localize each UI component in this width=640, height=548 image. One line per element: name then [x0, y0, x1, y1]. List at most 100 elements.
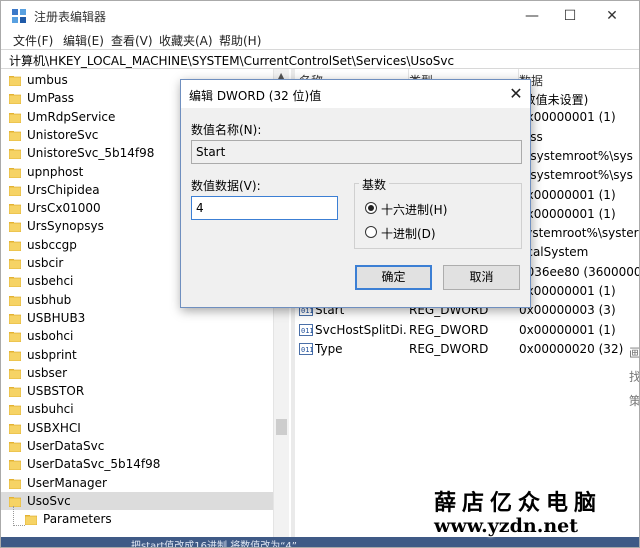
value-data: 0x00000001 (1) — [519, 206, 616, 221]
tree-item-label: UserDataSvc — [27, 439, 105, 453]
tree-item-label: usbprint — [27, 347, 77, 362]
tree-item[interactable]: USBXHCI — [1, 419, 273, 437]
tree-item-label: UsoSvc — [27, 493, 71, 508]
tree-item-parameters[interactable]: Parameters — [1, 510, 273, 528]
folder-icon — [9, 130, 21, 141]
value-data: 0x00000001 (1) — [519, 110, 616, 125]
tree-item[interactable]: USBSTOR — [1, 382, 273, 400]
tree-item[interactable]: usbprint — [1, 346, 273, 364]
tree-item-label: UnistoreSvc — [27, 127, 99, 142]
folder-icon — [9, 478, 21, 489]
tree-item-label: usbohci — [27, 329, 74, 344]
menu-bar: 文件(F) 编辑(E) 查看(V) 收藏夹(A) 帮助(H) — [1, 31, 639, 49]
tree-item-label: upnphost — [27, 164, 84, 179]
folder-icon — [9, 240, 21, 251]
folder-icon — [9, 442, 21, 452]
folder-icon — [9, 295, 21, 306]
tree-item-label: USBHUB3 — [27, 310, 86, 325]
side-char: 找 — [629, 370, 640, 384]
background-side-text: 画 找 策 — [629, 341, 640, 413]
side-char: 画 — [629, 346, 640, 360]
menu-help[interactable]: 帮助(H) — [219, 32, 261, 49]
address-path: 计算机\HKEY_LOCAL_MACHINE\SYSTEM\CurrentCon… — [9, 54, 455, 68]
watermark-url: www.yzdn.net — [434, 515, 578, 537]
folder-icon — [9, 222, 21, 233]
dialog-close-icon[interactable]: ✕ — [505, 83, 527, 105]
value-data-label: 数值数据(V): — [191, 179, 261, 193]
value-data: 0x00000001 (1) — [519, 284, 616, 298]
tree-item-label: UrsSynopsys — [27, 219, 104, 234]
tree-item[interactable]: usbser — [1, 364, 273, 382]
close-button[interactable]: ✕ — [601, 6, 623, 26]
value-name-label: 数值名称(N): — [191, 123, 262, 137]
folder-icon — [9, 167, 21, 178]
tree-item-label: usbhub — [27, 292, 72, 307]
cancel-button[interactable]: 取消 — [443, 265, 520, 290]
menu-view[interactable]: 查看(V) — [111, 32, 153, 49]
menu-file[interactable]: 文件(F) — [13, 32, 53, 49]
value-data: %systemroot%\sys — [519, 168, 633, 183]
title-bar[interactable]: 注册表编辑器 — ☐ ✕ — [1, 1, 639, 31]
edit-dword-dialog: 编辑 DWORD (32 位)值 ✕ 数值名称(N): Start 数值数据(V… — [180, 79, 531, 308]
tree-item-label: usbccgp — [27, 237, 77, 252]
tree-item-label: usbser — [27, 365, 68, 380]
tree-item-label: Parameters — [43, 512, 112, 527]
menu-edit[interactable]: 编辑(E) — [63, 32, 104, 49]
tree-item-label: UserManager — [27, 475, 107, 490]
tree-item-label: USBSTOR — [27, 384, 85, 399]
folder-icon — [9, 387, 21, 398]
tree-item[interactable]: usbohci — [1, 327, 273, 345]
folder-icon — [9, 405, 21, 416]
svg-text:011: 011 — [301, 327, 313, 335]
value-data: 0x00000001 (1) — [519, 187, 616, 202]
tree-item-label: UrsChipidea — [27, 182, 100, 197]
folder-icon — [9, 350, 21, 361]
folder-icon — [25, 515, 37, 526]
tree-item[interactable]: UserDataSvc_5b14f98 — [1, 455, 273, 473]
folder-icon — [9, 112, 21, 123]
tree-item[interactable]: usbuhci — [1, 400, 273, 418]
value-row[interactable]: 011 Type REG_DWORD 0x00000020 (32) — [295, 340, 639, 359]
value-data: 0036ee80 (3600000 — [519, 264, 640, 279]
column-header-data[interactable]: 数据 — [519, 69, 639, 89]
folder-icon — [9, 149, 21, 160]
folder-icon — [9, 423, 21, 434]
value-name: Type — [315, 341, 343, 356]
value-row[interactable]: 011 SvcHostSplitDi... REG_DWORD 0x00000001 … — [295, 321, 639, 340]
dec-radio-label[interactable]: 十进制(D) — [381, 225, 436, 242]
value-data: %systemroot%\sys — [519, 148, 633, 163]
dialog-title-bar[interactable]: 编辑 DWORD (32 位)值 ✕ — [181, 80, 530, 108]
folder-icon — [9, 332, 21, 343]
tree-item-label: usbehci — [27, 274, 74, 289]
tree-item[interactable]: UserManager — [1, 474, 273, 492]
folder-icon — [9, 277, 21, 288]
menu-favorites[interactable]: 收藏夹(A) — [159, 32, 213, 49]
value-data-input[interactable] — [191, 196, 338, 220]
scrollbar-thumb[interactable] — [276, 419, 287, 435]
window-title: 注册表编辑器 — [34, 10, 107, 24]
address-bar[interactable]: 计算机\HKEY_LOCAL_MACHINE\SYSTEM\CurrentCon… — [1, 49, 639, 69]
folder-icon — [9, 185, 21, 196]
hex-radio[interactable] — [365, 202, 377, 214]
tree-item[interactable]: UsoSvc — [1, 491, 273, 510]
dword-value-icon: 011 — [299, 323, 313, 336]
base-label: 基数 — [359, 176, 390, 193]
folder-icon — [9, 460, 21, 471]
tree-item[interactable]: UserDataSvc — [1, 437, 273, 455]
ok-button[interactable]: 确定 — [355, 265, 432, 290]
background-caption: 把start值改成16进制 将数值改为“4” — [1, 537, 639, 547]
watermark: 薛店亿众电脑 www.yzdn.net — [434, 485, 639, 537]
side-char: 策 — [629, 394, 640, 408]
tree-item-label: UnistoreSvc_5b14f98 — [27, 146, 155, 161]
value-type: REG_DWORD — [409, 322, 489, 337]
hex-radio-label[interactable]: 十六进制(H) — [381, 201, 447, 218]
folder-icon — [9, 94, 21, 105]
tree-item-label: umbus — [27, 73, 68, 87]
tree-item-label: USBXHCI — [27, 420, 81, 435]
maximize-button[interactable]: ☐ — [559, 6, 581, 26]
tree-item[interactable]: USBHUB3 — [1, 309, 273, 327]
dec-radio[interactable] — [365, 226, 377, 238]
minimize-button[interactable]: — — [521, 6, 543, 26]
value-data: 0x00000003 (3) — [519, 303, 616, 318]
folder-icon — [9, 368, 21, 379]
